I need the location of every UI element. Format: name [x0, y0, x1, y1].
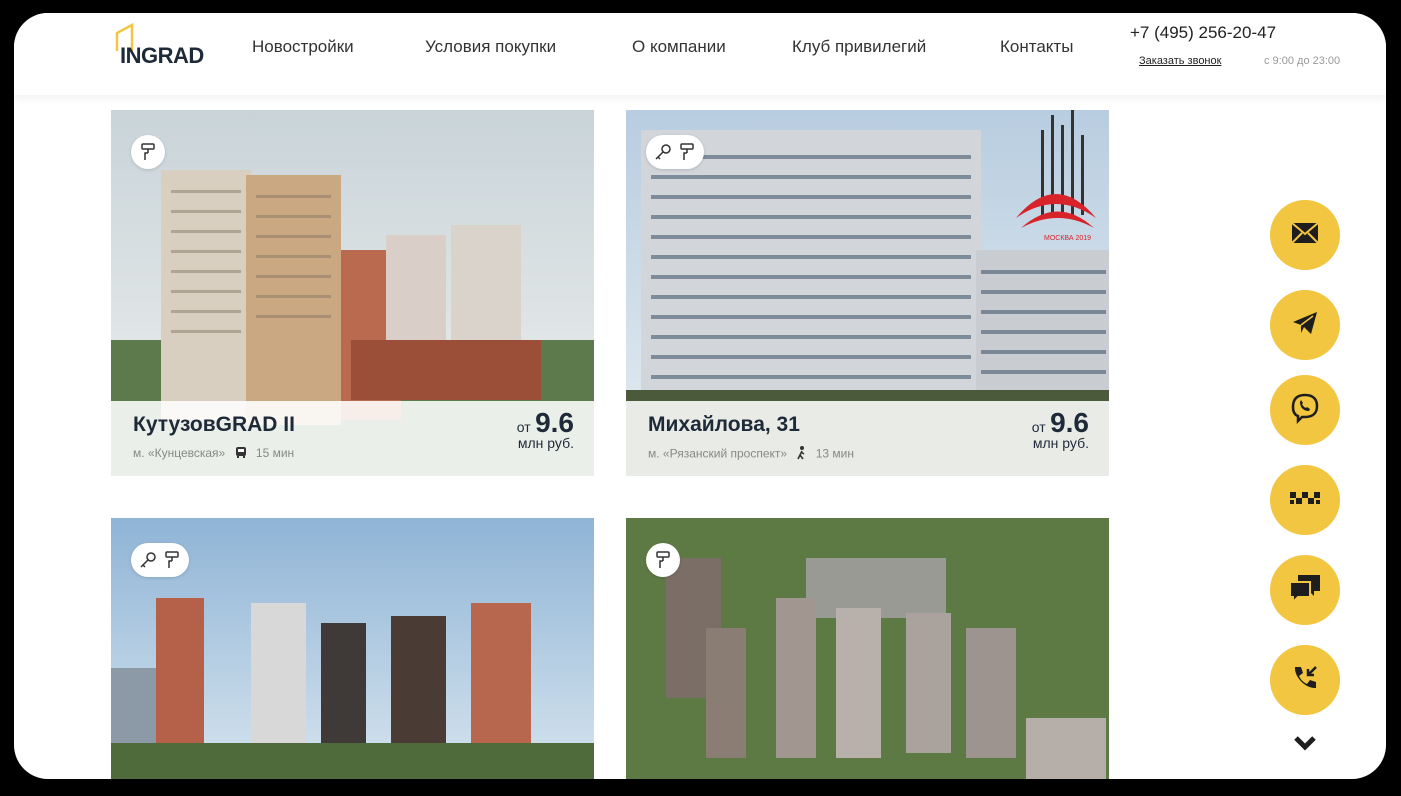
- feature-badges: [646, 135, 704, 169]
- price-from: от: [1031, 419, 1046, 435]
- price-block: от 9.6 млн руб.: [517, 407, 574, 451]
- paint-roller-icon: [676, 141, 698, 163]
- working-hours: с 9:00 до 23:00: [1264, 55, 1341, 67]
- page-frame: INGRAD Новостройки Условия покупки О ком…: [14, 13, 1386, 779]
- telegram-button[interactable]: [1270, 290, 1340, 360]
- feature-badges: [131, 543, 189, 577]
- paint-roller-icon: [137, 141, 159, 163]
- project-card-4[interactable]: [626, 518, 1109, 779]
- bus-icon: [235, 446, 247, 461]
- logo-text: INGRAD: [120, 43, 204, 68]
- mail-icon: [1291, 221, 1319, 249]
- price-from: от: [516, 419, 531, 435]
- project-title: Михайлова, 31: [648, 413, 800, 436]
- paint-roller-icon: [161, 549, 183, 571]
- card-info: Михайлова, 31 м. «Рязанский проспект» 13…: [626, 401, 1109, 476]
- metro-info: м. «Кунцевская» 15 мин: [133, 446, 294, 461]
- price-value: 9.6: [535, 407, 574, 438]
- viber-icon: [1289, 392, 1321, 429]
- feature-badges: [646, 543, 680, 577]
- card-info: КутузовGRAD II м. «Кунцевская» 15 мин от…: [111, 401, 594, 476]
- project-card-kutuzovgrad[interactable]: КутузовGRAD II м. «Кунцевская» 15 мин от…: [111, 110, 594, 476]
- paint-roller-icon: [652, 549, 674, 571]
- metro-station: м. «Кунцевская»: [133, 446, 226, 460]
- callback-phone-icon: [1290, 663, 1320, 698]
- nav-about[interactable]: О компании: [632, 37, 726, 57]
- site-header: INGRAD Новостройки Условия покупки О ком…: [14, 13, 1386, 95]
- price-unit: млн руб.: [1032, 435, 1089, 451]
- taxi-button[interactable]: [1270, 465, 1340, 535]
- key-icon: [137, 549, 159, 571]
- telegram-icon: [1291, 310, 1319, 341]
- award-caption: МОСКВА 2019: [1044, 235, 1091, 242]
- chat-icon: [1288, 573, 1322, 608]
- taxi-icon: [1288, 490, 1322, 511]
- key-icon: [652, 141, 674, 163]
- nav-privilege-club[interactable]: Клуб привилегий: [792, 37, 926, 57]
- project-card-3[interactable]: [111, 518, 594, 779]
- price-value: 9.6: [1050, 407, 1089, 438]
- mail-button[interactable]: [1270, 200, 1340, 270]
- project-card-mikhaylova[interactable]: МОСКВА 2019 Михайлова, 31 м. «Рязанский …: [626, 110, 1109, 476]
- nav-contacts[interactable]: Контакты: [1000, 37, 1073, 57]
- metro-station: м. «Рязанский проспект»: [648, 446, 788, 461]
- chat-button[interactable]: [1270, 555, 1340, 625]
- project-title: КутузовGRAD II: [133, 413, 295, 436]
- price-unit: млн руб.: [517, 435, 574, 451]
- phone-number[interactable]: +7 (495) 256-20-47: [1130, 23, 1276, 43]
- project-photo: [626, 518, 1109, 779]
- travel-time: 15 мин: [255, 446, 295, 460]
- ingrad-logo[interactable]: INGRAD: [114, 23, 214, 73]
- metro-info: м. «Рязанский проспект» 13 мин: [648, 446, 854, 463]
- travel-time: 13 мин: [815, 446, 855, 461]
- viber-button[interactable]: [1270, 375, 1340, 445]
- walk-icon: [796, 446, 806, 463]
- scroll-down-chevron-icon[interactable]: [1293, 733, 1317, 753]
- callback-phone-button[interactable]: [1270, 645, 1340, 715]
- price-block: от 9.6 млн руб.: [1032, 407, 1089, 451]
- nav-novostroyki[interactable]: Новостройки: [252, 37, 354, 57]
- nav-purchase-conditions[interactable]: Условия покупки: [425, 37, 556, 57]
- callback-link[interactable]: Заказать звонок: [1139, 55, 1221, 67]
- feature-badges: [131, 135, 165, 169]
